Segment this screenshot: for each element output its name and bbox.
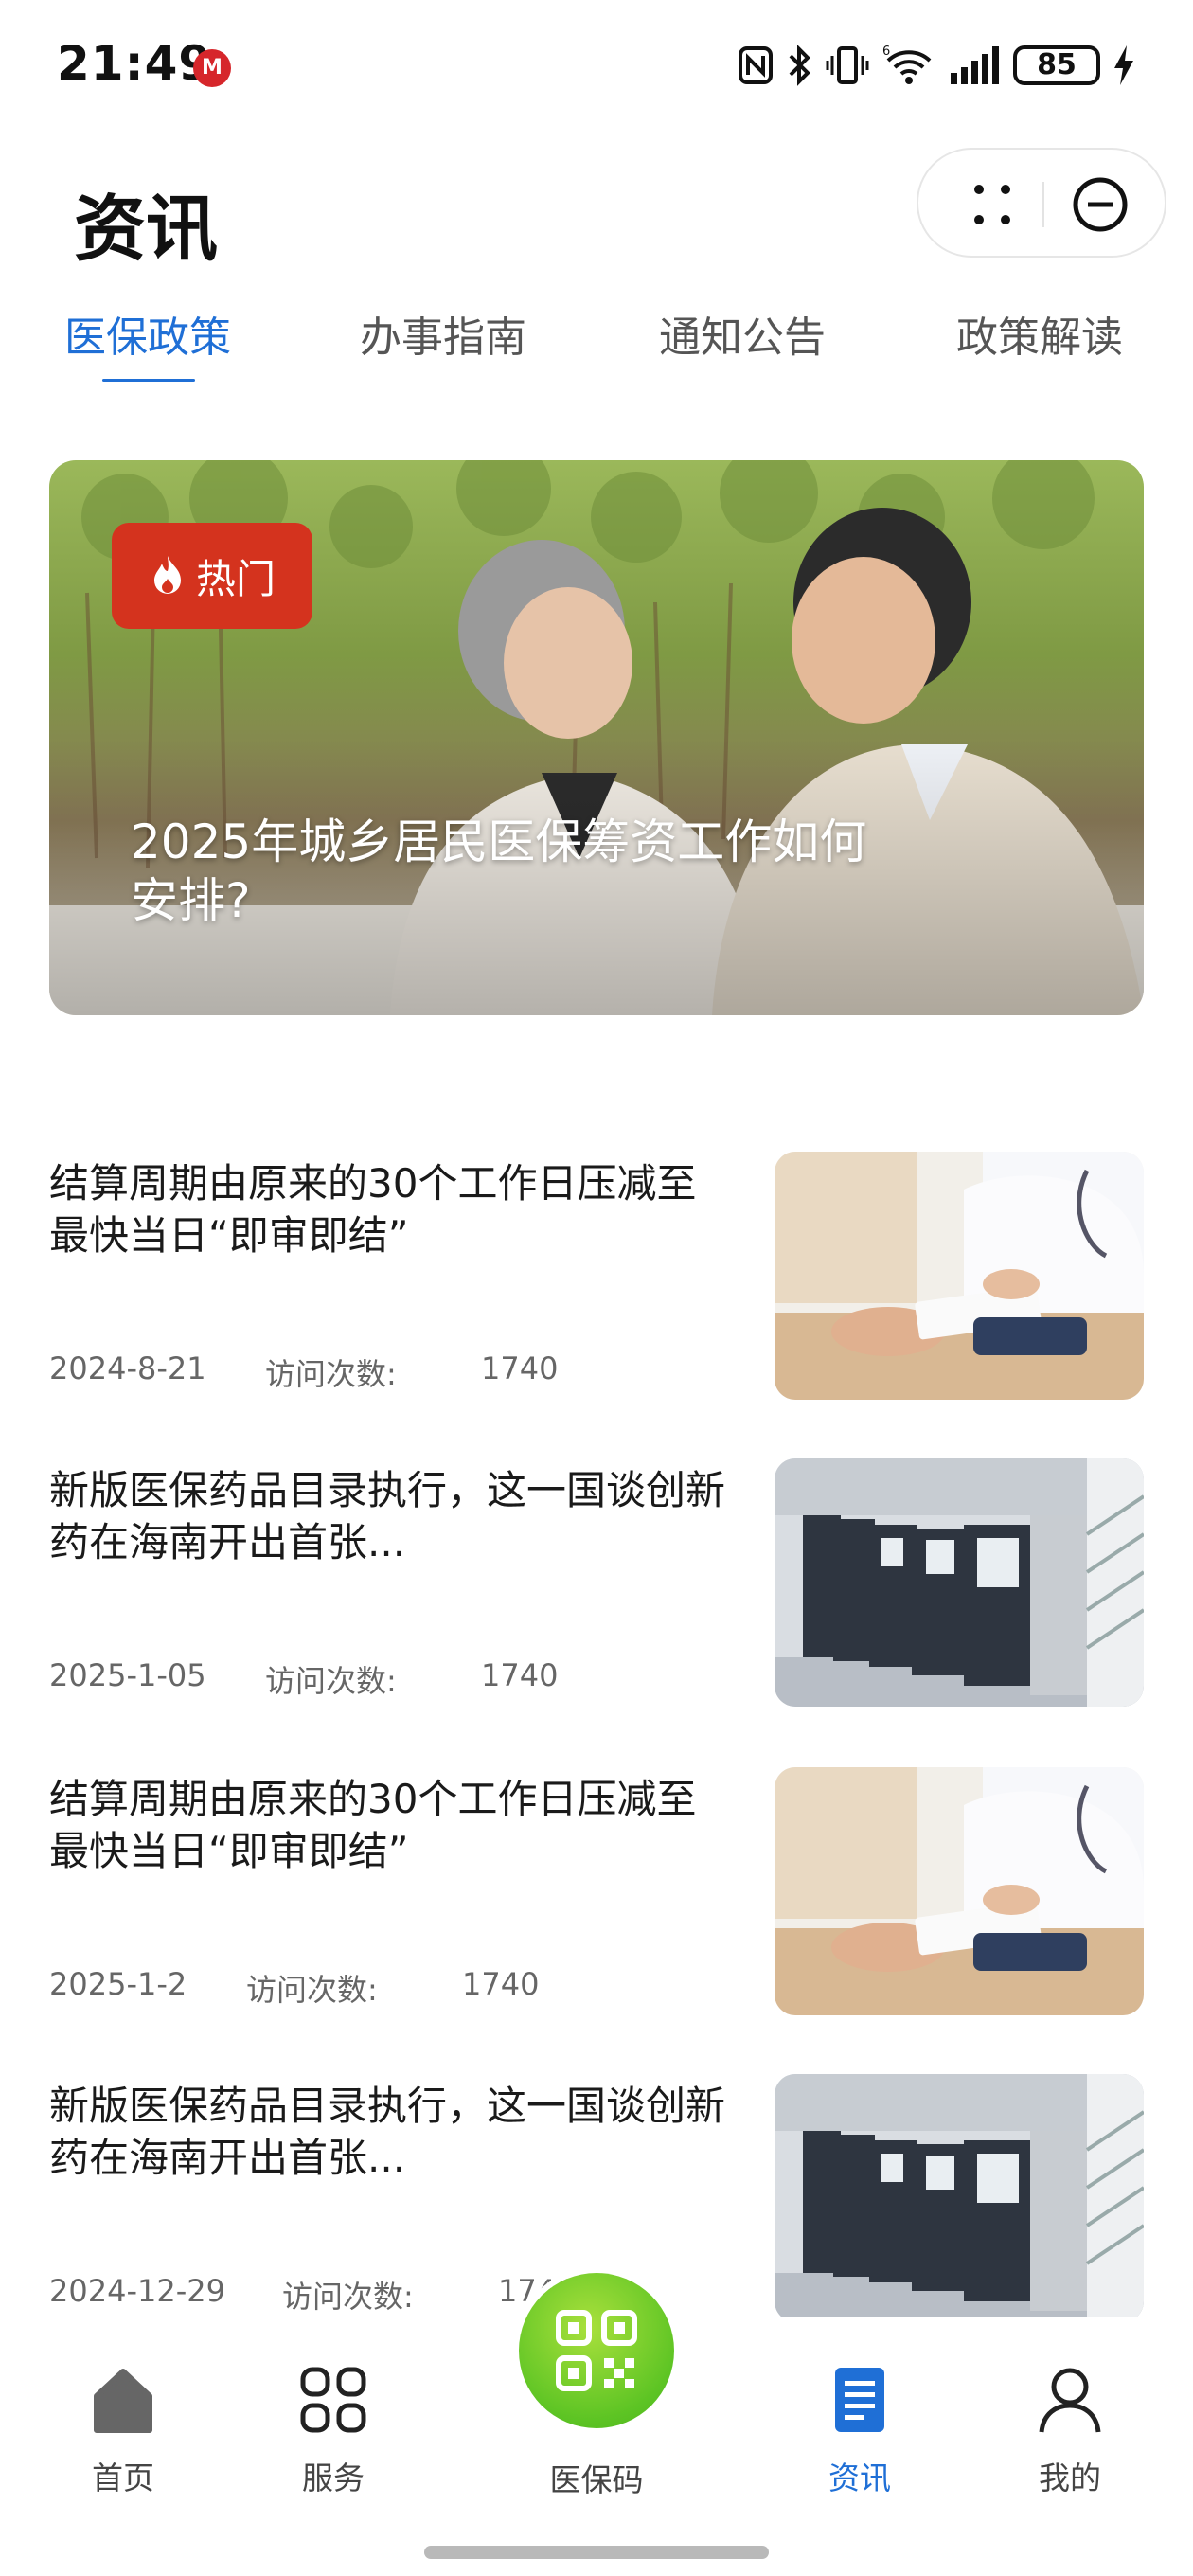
mini-program-capsule <box>917 148 1166 258</box>
tab-announcements[interactable]: 通知公告 <box>659 303 826 364</box>
qr-code-icon <box>556 2310 637 2391</box>
bluetooth-icon <box>789 45 810 86</box>
news-item[interactable]: 结算周期由原来的30个工作日压减至最快当日“即审即结” 2024-8-21 访问… <box>0 1152 1193 1407</box>
news-visits-count: 1740 <box>481 1351 559 1386</box>
status-time: 21:49 <box>57 36 213 91</box>
nav-home[interactable]: 首页 <box>38 2364 208 2498</box>
news-title: 新版医保药品目录执行，这一国谈创新药在海南开出首张... <box>49 2083 726 2181</box>
news-thumbnail-self-service-kiosks <box>775 2074 1144 2317</box>
nav-mine-label: 我的 <box>1039 2460 1101 2496</box>
news-title: 新版医保药品目录执行，这一国谈创新药在海南开出首张... <box>49 1467 726 1565</box>
news-visits-count: 1740 <box>481 1657 559 1693</box>
status-icons: 6 85 <box>737 42 1136 89</box>
tab-medical-insurance-policy[interactable]: 医保政策 <box>64 303 231 364</box>
news-document-icon <box>835 2368 884 2432</box>
nav-news-label: 资讯 <box>828 2460 891 2496</box>
vibrate-icon <box>826 46 869 84</box>
hot-badge: 热门 <box>112 523 312 629</box>
news-date: 2025-1-05 <box>49 1657 206 1693</box>
status-bar: 21:49 M 6 85 <box>0 0 1193 133</box>
news-item[interactable]: 结算周期由原来的30个工作日压减至最快当日“即审即结” 2025-1-2 访问次… <box>0 1767 1193 2023</box>
services-grid-icon <box>300 2367 366 2433</box>
capsule-divider <box>1042 182 1044 227</box>
page-title: 资讯 <box>74 187 218 271</box>
news-date: 2025-1-2 <box>49 1966 187 2002</box>
news-visits-count: 1740 <box>462 1966 540 2002</box>
category-tabs: 医保政策 办事指南 通知公告 政策解读 <box>0 303 1193 388</box>
news-visits-label: 访问次数: <box>265 1663 397 1699</box>
wifi-icon: 6 <box>882 45 932 84</box>
nav-services[interactable]: 服务 <box>248 2364 418 2498</box>
news-title: 结算周期由原来的30个工作日压减至最快当日“即审即结” <box>49 1776 697 1874</box>
nav-home-label: 首页 <box>92 2460 154 2496</box>
nav-qr-label: 医保码 <box>549 2461 644 2498</box>
news-item[interactable]: 新版医保药品目录执行，这一国谈创新药在海南开出首张... 2025-1-05 访… <box>0 1458 1193 1714</box>
news-thumbnail-self-service-kiosks <box>775 1458 1144 1707</box>
close-mini-program-icon[interactable] <box>1070 174 1131 235</box>
home-indicator-bar[interactable] <box>424 2546 769 2559</box>
tab-policy-interpretation[interactable]: 政策解读 <box>956 303 1123 364</box>
featured-banner[interactable]: 热门 2025年城乡居民医保筹资工作如何安排? <box>49 460 1144 1015</box>
medical-insurance-qr-button[interactable] <box>519 2273 674 2428</box>
news-date: 2024-8-21 <box>49 1351 206 1386</box>
metro-app-icon: M <box>193 49 231 87</box>
user-profile-icon <box>1039 2368 1101 2433</box>
nfc-icon <box>739 46 773 84</box>
news-title: 结算周期由原来的30个工作日压减至最快当日“即审即结” <box>49 1160 697 1259</box>
news-visits-label: 访问次数: <box>246 1972 378 2008</box>
news-visits-label: 访问次数: <box>282 2279 414 2315</box>
news-page: 21:49 M 6 85 资讯 医保政策 办事指南 通知公告 政策解读 热门 2… <box>0 0 1193 2576</box>
signal-icon <box>951 46 999 84</box>
active-tab-indicator <box>102 379 195 382</box>
flame-icon <box>153 556 181 594</box>
news-date: 2024-12-29 <box>49 2273 225 2309</box>
news-thumbnail-doctor-consult <box>775 1152 1144 1400</box>
charging-icon <box>1114 45 1133 85</box>
nav-news[interactable]: 资讯 <box>775 2364 945 2498</box>
svg-text:6: 6 <box>882 45 890 59</box>
nav-mine[interactable]: 我的 <box>985 2364 1155 2498</box>
battery-indicator: 85 <box>1013 45 1100 85</box>
news-thumbnail-doctor-consult <box>775 1767 1144 2015</box>
banner-title: 2025年城乡居民医保筹资工作如何安排? <box>131 814 867 928</box>
more-dots-icon[interactable] <box>968 182 1017 227</box>
nav-services-label: 服务 <box>302 2460 365 2496</box>
news-visits-label: 访问次数: <box>265 1356 397 1392</box>
tab-service-guide[interactable]: 办事指南 <box>360 303 526 364</box>
home-icon <box>94 2369 152 2433</box>
hot-badge-label: 热门 <box>195 555 276 602</box>
